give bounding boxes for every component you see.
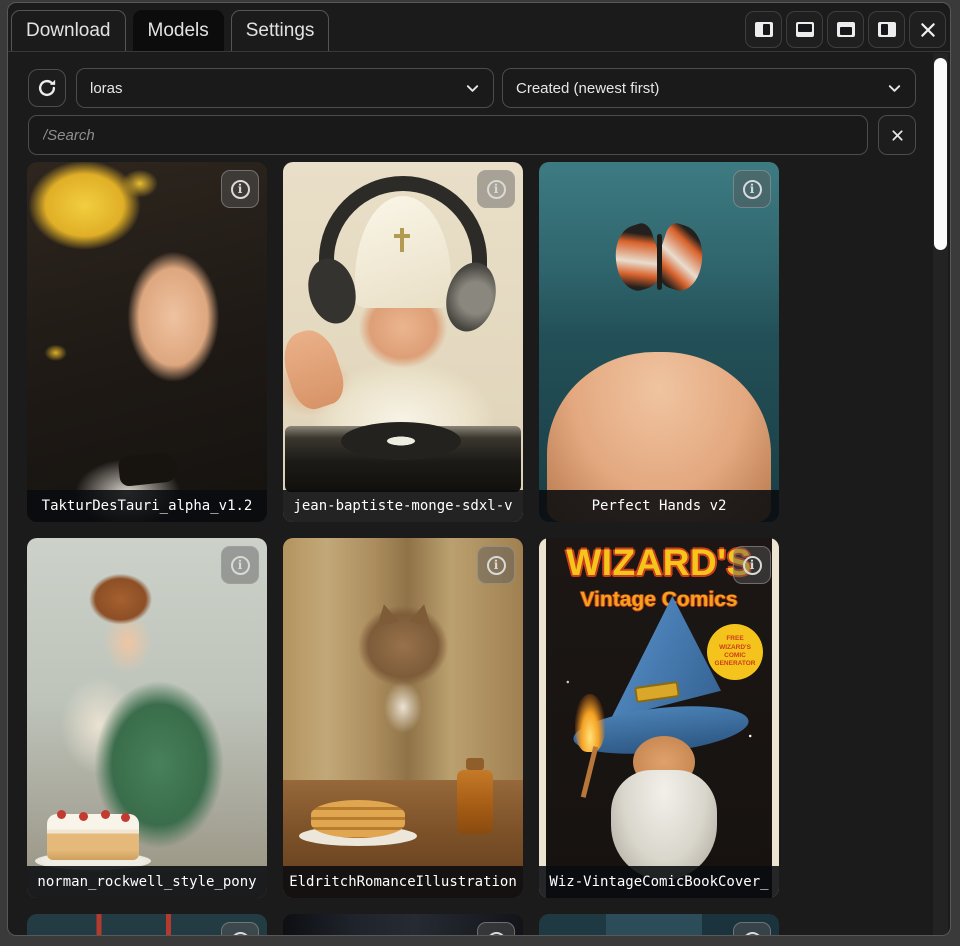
close-icon	[919, 21, 937, 39]
grid-scrollbar-thumb[interactable]	[934, 58, 947, 250]
model-card[interactable]: norman_rockwell_style_pony	[27, 538, 267, 898]
info-icon	[743, 556, 762, 575]
info-icon	[743, 180, 762, 199]
model-thumbnail	[283, 162, 523, 522]
model-card-grid: TakturDesTauri_alpha_v1.2 jean-baptiste-…	[27, 162, 779, 936]
model-name-label: Perfect Hands v2	[539, 490, 779, 522]
model-thumbnail: WIZARD'S Vintage Comics FREE WIZARD'S CO…	[539, 538, 779, 898]
info-icon	[487, 556, 506, 575]
comic-cover-subtitle: Vintage Comics	[546, 588, 772, 612]
dock-left-icon	[878, 22, 896, 37]
dock-top-button[interactable]	[786, 11, 823, 48]
tab-download[interactable]: Download	[11, 10, 126, 51]
model-card[interactable]	[539, 914, 779, 936]
grid-scrollbar-track[interactable]	[933, 53, 948, 935]
sort-value: Created (newest first)	[516, 80, 659, 97]
model-thumbnail	[539, 162, 779, 522]
info-icon	[231, 556, 250, 575]
refresh-icon	[36, 77, 58, 99]
refresh-button[interactable]	[28, 69, 66, 107]
model-thumbnail	[27, 538, 267, 898]
model-name-label: jean-baptiste-monge-sdxl-v	[283, 490, 523, 522]
model-info-button[interactable]	[733, 170, 771, 208]
close-panel-button[interactable]	[909, 11, 946, 48]
info-icon	[743, 932, 762, 937]
info-icon	[487, 180, 506, 199]
window-controls	[745, 11, 946, 48]
model-card[interactable]: WIZARD'S Vintage Comics FREE WIZARD'S CO…	[539, 538, 779, 898]
model-info-button[interactable]	[477, 546, 515, 584]
tab-settings[interactable]: Settings	[231, 10, 330, 51]
model-name-label: EldritchRomanceIllustration	[283, 866, 523, 898]
model-name-label: TakturDesTauri_alpha_v1.2	[27, 490, 267, 522]
model-info-button[interactable]	[221, 546, 259, 584]
info-icon	[487, 932, 506, 937]
model-card[interactable]: TakturDesTauri_alpha_v1.2	[27, 162, 267, 522]
tab-models[interactable]: Models	[133, 10, 224, 51]
chevron-down-icon	[465, 81, 480, 96]
info-icon	[231, 180, 250, 199]
model-type-value: loras	[90, 80, 123, 97]
sort-select[interactable]: Created (newest first)	[502, 68, 916, 108]
model-info-button[interactable]	[733, 546, 771, 584]
dock-right-button[interactable]	[745, 11, 782, 48]
dock-bottom-icon	[837, 22, 855, 37]
model-info-button[interactable]	[221, 170, 259, 208]
dock-left-button[interactable]	[868, 11, 905, 48]
model-card[interactable]	[283, 914, 523, 936]
dock-bottom-button[interactable]	[827, 11, 864, 48]
model-thumbnail	[283, 538, 523, 898]
close-icon	[890, 128, 905, 143]
search-input[interactable]	[28, 115, 868, 155]
dock-right-icon	[755, 22, 773, 37]
dock-top-icon	[796, 22, 814, 37]
model-info-button[interactable]	[477, 922, 515, 936]
models-panel: Download Models Settings loras	[7, 2, 951, 936]
model-card[interactable]	[27, 914, 267, 936]
model-name-label: Wiz-VintageComicBookCover_	[539, 866, 779, 898]
model-thumbnail	[27, 162, 267, 522]
model-info-button[interactable]	[477, 170, 515, 208]
model-card[interactable]: Perfect Hands v2	[539, 162, 779, 522]
comic-cover-badge: FREE WIZARD'S COMIC GENERATOR	[707, 624, 763, 680]
info-icon	[231, 932, 250, 937]
clear-search-button[interactable]	[878, 115, 916, 155]
model-card[interactable]: jean-baptiste-monge-sdxl-v	[283, 162, 523, 522]
model-type-select[interactable]: loras	[76, 68, 494, 108]
chevron-down-icon	[887, 81, 902, 96]
model-info-button[interactable]	[221, 922, 259, 936]
model-card[interactable]: EldritchRomanceIllustration	[283, 538, 523, 898]
model-name-label: norman_rockwell_style_pony	[27, 866, 267, 898]
model-info-button[interactable]	[733, 922, 771, 936]
